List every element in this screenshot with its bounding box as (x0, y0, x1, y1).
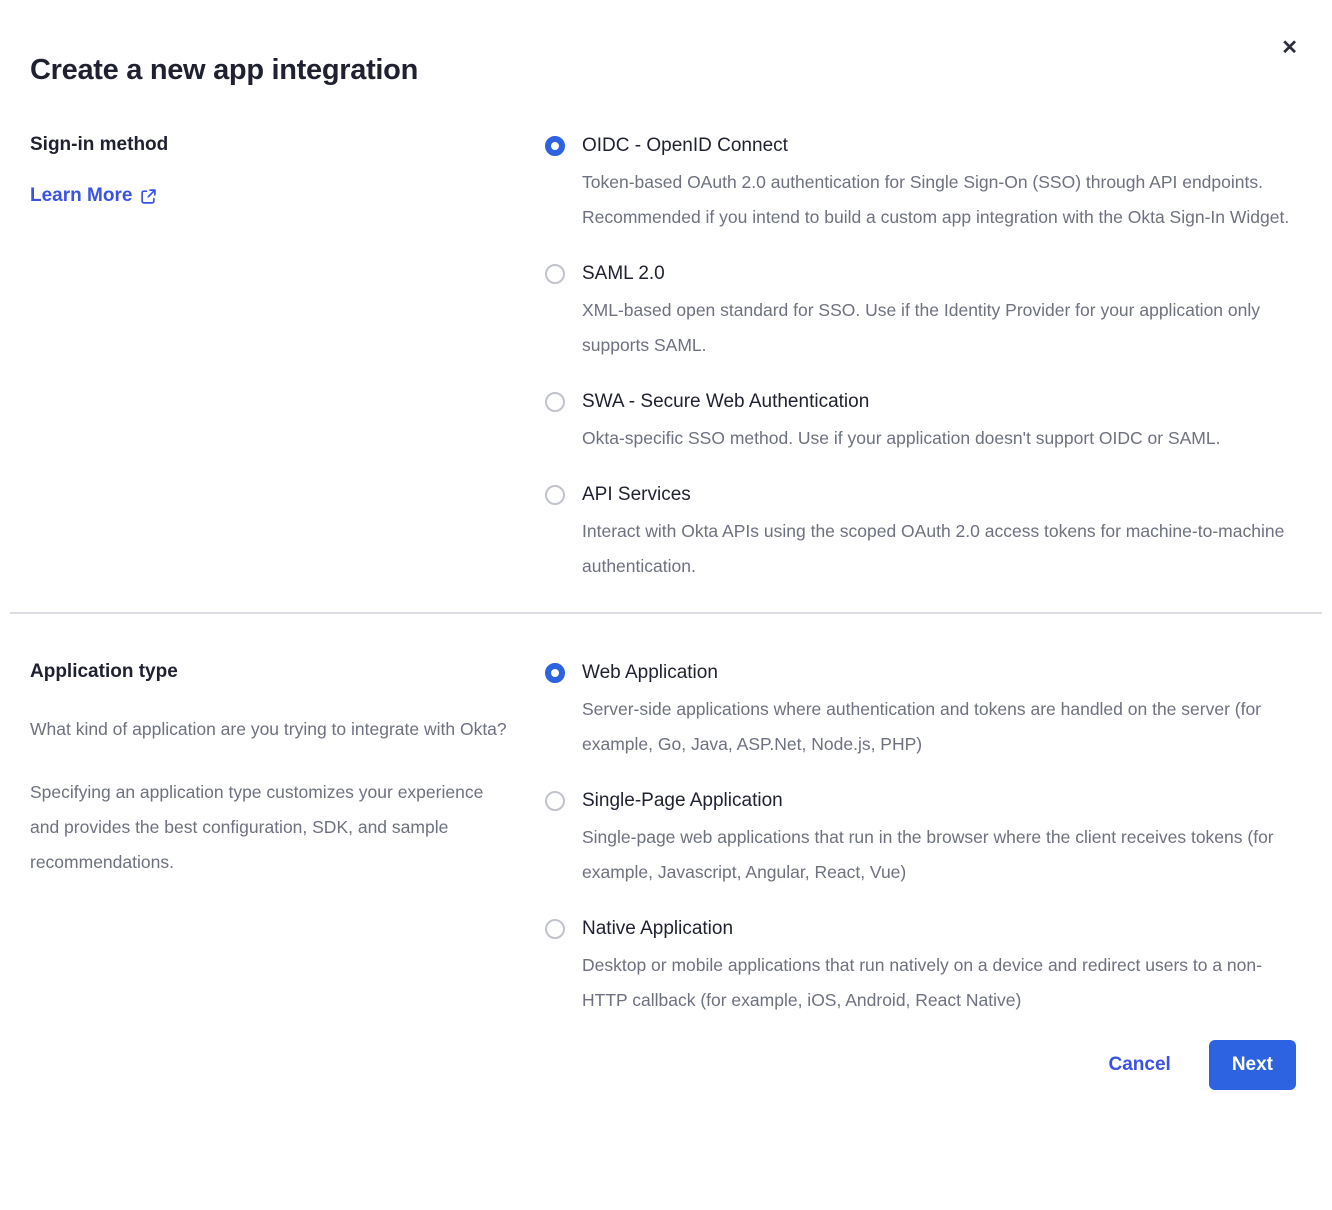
learn-more-link[interactable]: Learn More (30, 185, 157, 207)
application-type-intro: What kind of application are you trying … (30, 712, 510, 747)
radio-option-description: Token-based OAuth 2.0 authentication for… (582, 165, 1294, 235)
dialog-title: Create a new app integration (30, 54, 1296, 87)
learn-more-label: Learn More (30, 185, 132, 207)
radio-button[interactable] (545, 392, 565, 412)
radio-option-description: Single-page web applications that run in… (582, 820, 1294, 890)
apptype-option-spa: Single-Page Application Single-page web … (545, 788, 1296, 890)
signin-option-saml: SAML 2.0 XML-based open standard for SSO… (545, 261, 1296, 363)
radio-option-description: XML-based open standard for SSO. Use if … (582, 293, 1294, 363)
radio-option-label[interactable]: SAML 2.0 (582, 261, 1294, 287)
application-type-section: Application type What kind of applicatio… (30, 660, 1296, 1018)
radio-option-description: Desktop or mobile applications that run … (582, 948, 1294, 1018)
radio-button[interactable] (545, 663, 565, 683)
radio-option-description: Interact with Okta APIs using the scoped… (582, 514, 1294, 584)
radio-button[interactable] (545, 485, 565, 505)
section-divider (10, 612, 1322, 614)
radio-option-label[interactable]: API Services (582, 482, 1294, 508)
create-app-integration-dialog: ✕ Create a new app integration Sign-in m… (0, 0, 1332, 1210)
radio-option-description: Okta-specific SSO method. Use if your ap… (582, 421, 1220, 456)
dialog-footer: Cancel Next (30, 1040, 1296, 1090)
radio-option-label[interactable]: Single-Page Application (582, 788, 1294, 814)
signin-method-section: Sign-in method Learn More OIDC - OpenID … (30, 133, 1296, 584)
radio-option-label[interactable]: OIDC - OpenID Connect (582, 133, 1294, 159)
close-icon[interactable]: ✕ (1277, 34, 1302, 62)
signin-option-api-services: API Services Interact with Okta APIs usi… (545, 482, 1296, 584)
cancel-button[interactable]: Cancel (1109, 1054, 1171, 1076)
apptype-option-web: Web Application Server-side applications… (545, 660, 1296, 762)
apptype-option-native: Native Application Desktop or mobile app… (545, 916, 1296, 1018)
next-button[interactable]: Next (1209, 1040, 1296, 1090)
radio-option-label[interactable]: Native Application (582, 916, 1294, 942)
signin-option-oidc: OIDC - OpenID Connect Token-based OAuth … (545, 133, 1296, 235)
radio-button[interactable] (545, 136, 565, 156)
application-type-label: Application type (30, 660, 515, 684)
application-type-detail: Specifying an application type customize… (30, 775, 510, 880)
radio-option-label[interactable]: SWA - Secure Web Authentication (582, 389, 1220, 415)
radio-button[interactable] (545, 791, 565, 811)
signin-option-swa: SWA - Secure Web Authentication Okta-spe… (545, 389, 1296, 456)
radio-button[interactable] (545, 919, 565, 939)
radio-button[interactable] (545, 264, 565, 284)
radio-option-label[interactable]: Web Application (582, 660, 1294, 686)
radio-option-description: Server-side applications where authentic… (582, 692, 1294, 762)
signin-method-label: Sign-in method (30, 133, 515, 157)
external-link-icon (140, 188, 157, 205)
